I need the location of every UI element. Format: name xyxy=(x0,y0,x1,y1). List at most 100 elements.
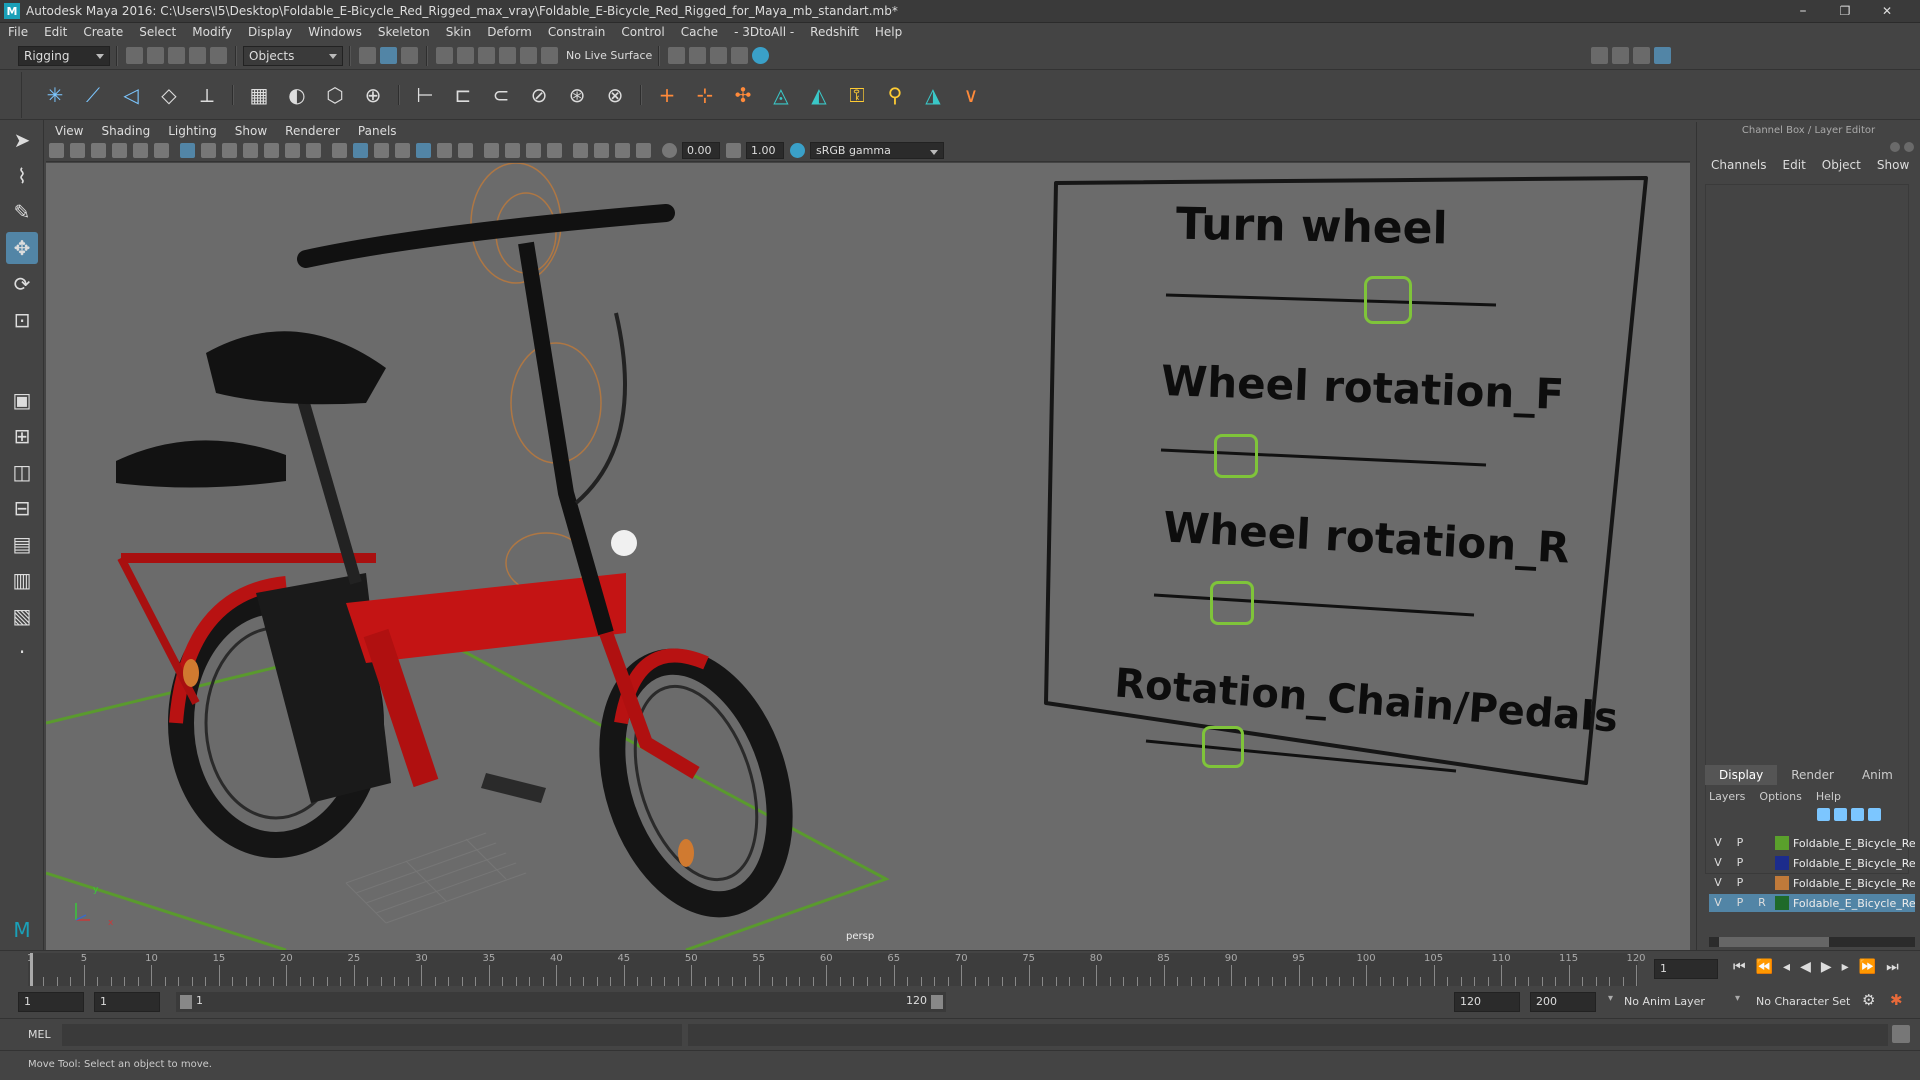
bind-skin-icon[interactable]: ⊢ xyxy=(412,82,438,108)
detach-skin-icon[interactable]: ⊘ xyxy=(526,82,552,108)
object-menu[interactable]: Object xyxy=(1814,158,1869,172)
layer-playback-toggle[interactable]: P xyxy=(1731,855,1749,871)
perspective-viewport[interactable]: Turn wheel Wheel rotation_F Wheel rotati… xyxy=(46,163,1690,950)
viewport-menu-renderer[interactable]: Renderer xyxy=(276,122,349,140)
script-language-toggle[interactable]: MEL xyxy=(28,1028,51,1041)
menu-control[interactable]: Control xyxy=(613,23,672,42)
layer-row[interactable]: V P Foldable_E_Bicycle_Red xyxy=(1709,834,1915,852)
play-forwards-icon[interactable]: ▶ xyxy=(1821,959,1832,975)
live-surface-label[interactable]: No Live Surface xyxy=(566,49,652,62)
play-backwards-icon[interactable]: ◀ xyxy=(1800,959,1811,975)
render-settings-icon[interactable] xyxy=(731,47,749,64)
snap-curve-icon[interactable] xyxy=(457,47,474,64)
isolate-select-icon[interactable] xyxy=(573,143,588,158)
xray-icon[interactable] xyxy=(594,143,609,158)
menu-deform[interactable]: Deform xyxy=(479,23,540,42)
select-hierarchy-icon[interactable] xyxy=(359,47,376,64)
layer-visibility-toggle[interactable]: V xyxy=(1709,855,1727,871)
move-layer-up-icon[interactable] xyxy=(1817,808,1830,821)
parent-constraint-icon[interactable]: ◬ xyxy=(768,82,794,108)
tool-settings-icon[interactable] xyxy=(1633,47,1651,64)
safe-action-icon[interactable] xyxy=(285,143,300,158)
snap-magnet-icon[interactable] xyxy=(541,47,558,64)
menu-skeleton[interactable]: Skeleton xyxy=(370,23,438,42)
layer-help-menu[interactable]: Help xyxy=(1816,790,1841,803)
four-pane-icon[interactable]: ⊞ xyxy=(6,420,38,452)
layer-row[interactable]: V P Foldable_E_Bicycle_Red xyxy=(1709,854,1915,872)
shelf-tabs-toggle[interactable] xyxy=(0,72,22,118)
layer-color-swatch[interactable] xyxy=(1775,856,1789,870)
viewport-menu-shading[interactable]: Shading xyxy=(92,122,159,140)
wheel-rotation-f-handle[interactable] xyxy=(1214,434,1258,478)
channels-menu[interactable]: Channels xyxy=(1703,158,1775,172)
menu-create[interactable]: Create xyxy=(75,23,131,42)
viewport-menu-lighting[interactable]: Lighting xyxy=(159,122,226,140)
blend-shape-icon[interactable]: ⚲ xyxy=(882,82,908,108)
color-management-icon[interactable] xyxy=(790,143,805,158)
menu-file[interactable]: File xyxy=(0,23,36,42)
layer-playback-toggle[interactable]: P xyxy=(1731,875,1749,891)
shelf-scroll[interactable] xyxy=(1902,77,1912,113)
use-lights-icon[interactable] xyxy=(437,143,452,158)
top-bottom-icon[interactable]: ⊟ xyxy=(6,492,38,524)
menu-modify[interactable]: Modify xyxy=(184,23,240,42)
snap-surface-icon[interactable] xyxy=(520,47,537,64)
bicycle-model[interactable] xyxy=(116,204,809,926)
camera-select-icon[interactable] xyxy=(49,143,64,158)
channel-box-icon[interactable] xyxy=(1890,142,1900,152)
anim-prefs-icon[interactable]: ⚙ xyxy=(1862,991,1875,1009)
edit-menu[interactable]: Edit xyxy=(1775,158,1814,172)
ik-handle-icon[interactable]: ⟋ xyxy=(80,82,106,108)
move-layer-down-icon[interactable] xyxy=(1834,808,1847,821)
paint-select-icon[interactable]: ✎ xyxy=(6,196,38,228)
layer-scrollbar-thumb[interactable] xyxy=(1719,937,1829,947)
character-set-icon[interactable]: ◮ xyxy=(920,82,946,108)
depth-of-field-icon[interactable] xyxy=(547,143,562,158)
range-options-icon[interactable]: ▾ xyxy=(1608,993,1613,1004)
ipr-render-icon[interactable] xyxy=(710,47,728,64)
rotate-tool-icon[interactable]: ⟳ xyxy=(6,268,38,300)
turn-wheel-handle[interactable] xyxy=(1364,276,1412,324)
script-editor-icon[interactable] xyxy=(1892,1025,1910,1043)
new-layer-selected-icon[interactable] xyxy=(1868,808,1881,821)
grease-pencil-icon[interactable] xyxy=(154,143,169,158)
wire-icon[interactable]: ⊕ xyxy=(360,82,386,108)
menu-3dtoall[interactable]: - 3DtoAll - xyxy=(726,23,802,42)
time-ruler[interactable]: 1510152025303540455055606570758085909510… xyxy=(27,953,1646,986)
cluster-icon[interactable]: ◐ xyxy=(284,82,310,108)
orient-joint-icon[interactable]: ⟂ xyxy=(194,82,220,108)
go-to-start-icon[interactable]: ⏮ xyxy=(1733,959,1746,975)
step-back-frame-icon[interactable]: ◂ xyxy=(1783,959,1790,975)
point-constraint-icon[interactable]: + xyxy=(654,82,680,108)
snap-grid-icon[interactable] xyxy=(436,47,453,64)
xray-joints-icon[interactable] xyxy=(615,143,630,158)
gate-mask-icon[interactable] xyxy=(243,143,258,158)
resolution-gate-icon[interactable] xyxy=(222,143,237,158)
menu-redshift[interactable]: Redshift xyxy=(802,23,867,42)
new-empty-layer-icon[interactable] xyxy=(1851,808,1864,821)
xray-components-icon[interactable] xyxy=(636,143,651,158)
layer-row-selected[interactable]: V P R Foldable_E_Bicycle_Red xyxy=(1709,894,1915,912)
orient-constraint-icon[interactable]: ✣ xyxy=(730,82,756,108)
field-chart-icon[interactable] xyxy=(264,143,279,158)
menu-display[interactable]: Display xyxy=(240,23,300,42)
textured-icon[interactable] xyxy=(416,143,431,158)
motion-blur-icon[interactable] xyxy=(505,143,520,158)
view-transform-dropdown[interactable]: sRGB gamma xyxy=(810,142,944,159)
layer-playback-toggle[interactable]: P xyxy=(1731,895,1749,911)
select-component-icon[interactable] xyxy=(401,47,418,64)
mode-dropdown[interactable]: Rigging xyxy=(18,45,110,66)
tab-render[interactable]: Render xyxy=(1777,765,1848,785)
exposure-field[interactable]: 0.00 xyxy=(682,142,720,159)
move-tool-icon[interactable]: ✥ xyxy=(6,232,38,264)
current-frame-field[interactable]: 1 xyxy=(1654,959,1718,979)
hypershade-icon[interactable] xyxy=(752,47,770,64)
layer-display-type-toggle[interactable] xyxy=(1753,835,1771,851)
menu-cache[interactable]: Cache xyxy=(673,23,726,42)
character-set-dropdown[interactable]: No Character Set xyxy=(1756,992,1860,1012)
quick-rig-icon[interactable]: ∨ xyxy=(958,82,984,108)
menu-edit[interactable]: Edit xyxy=(36,23,75,42)
channel-box-toggle-icon[interactable] xyxy=(1654,47,1672,64)
set-driven-key-icon[interactable]: ⚿ xyxy=(844,82,870,108)
shadows-icon[interactable] xyxy=(458,143,473,158)
